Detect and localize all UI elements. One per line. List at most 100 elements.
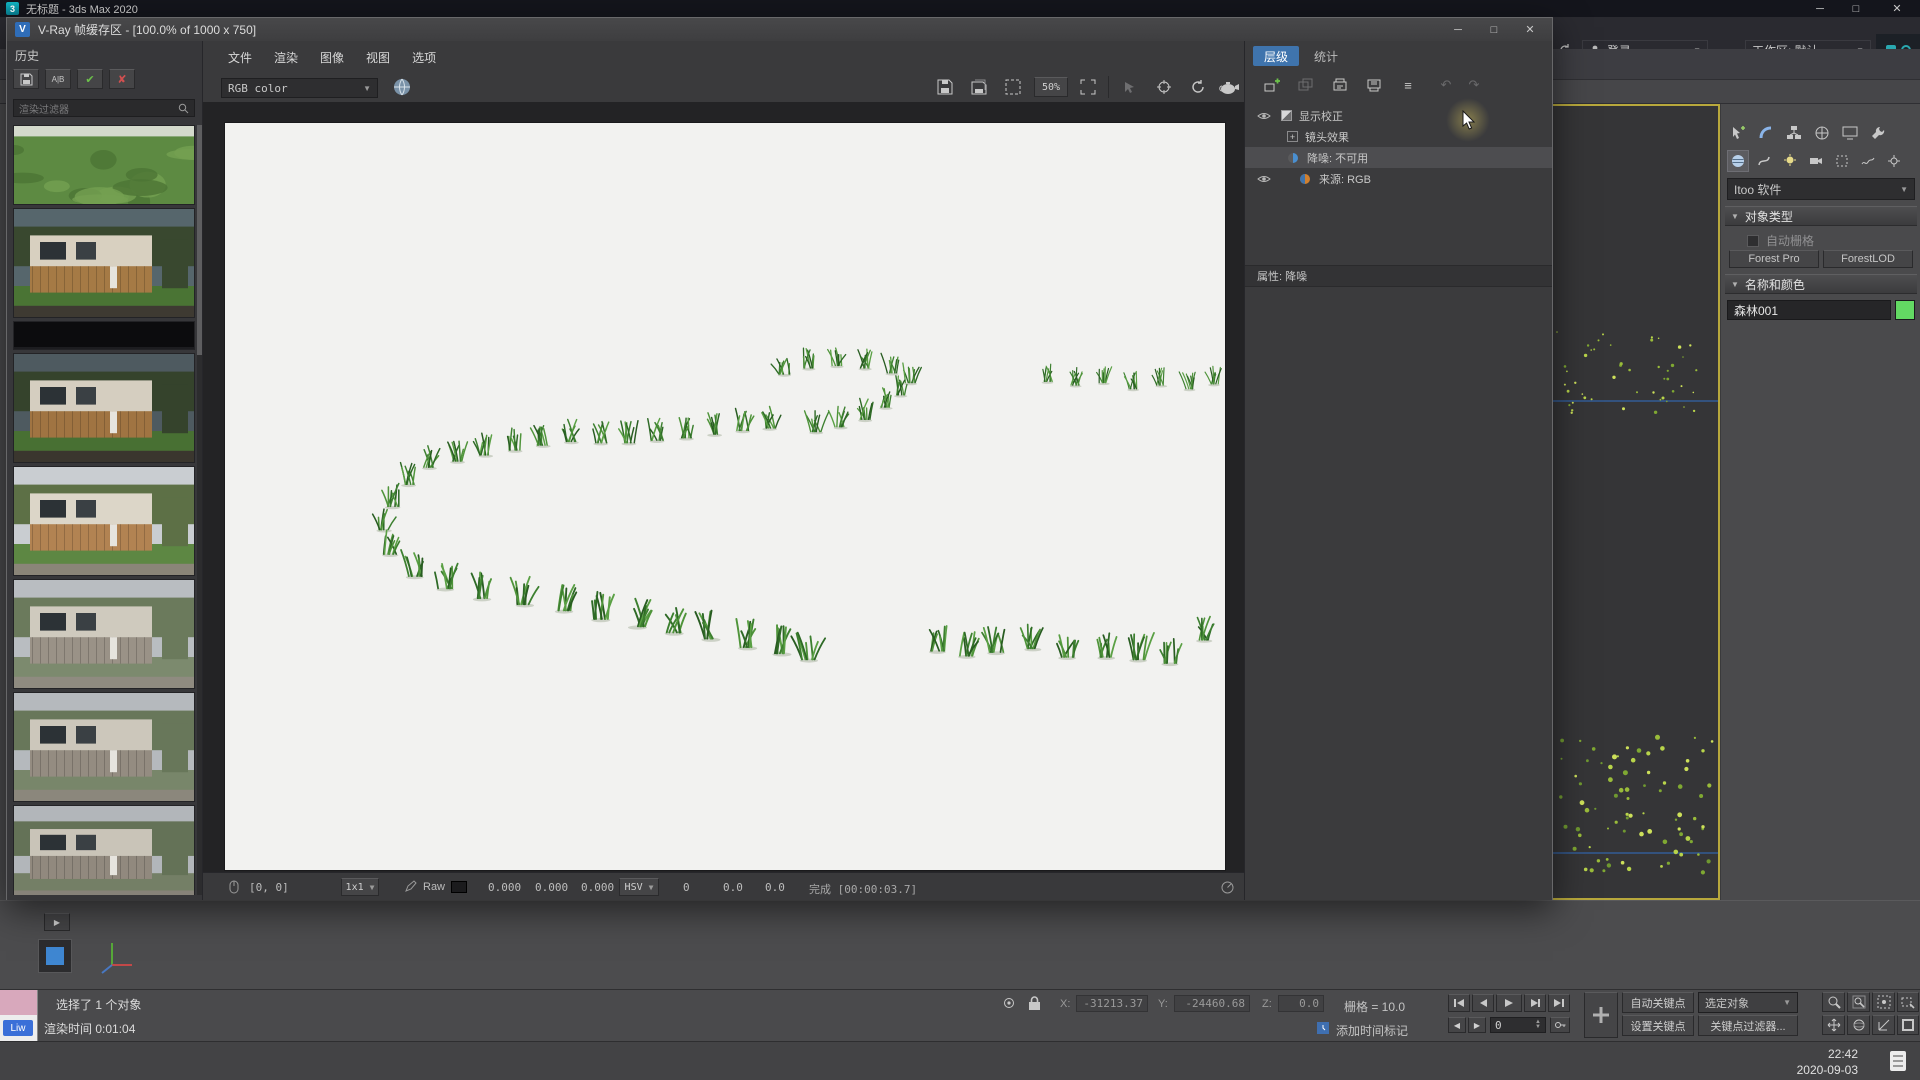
- layer-row-lens-effects[interactable]: + 镜头效果: [1245, 126, 1552, 147]
- resize-50-button[interactable]: 50%: [1034, 77, 1068, 97]
- history-thumbnail[interactable]: [13, 692, 195, 802]
- selection-filter-dropdown[interactable]: 选定对象 ▼: [1698, 992, 1798, 1013]
- history-remove-icon[interactable]: ✘: [109, 69, 135, 89]
- render-last-teapot-icon[interactable]: [1215, 76, 1243, 98]
- history-search-box[interactable]: 渲染过滤器: [13, 99, 195, 117]
- history-thumbnail[interactable]: [13, 579, 195, 689]
- y-coord-field[interactable]: -24460.68: [1174, 995, 1250, 1012]
- fov-icon[interactable]: [1872, 1015, 1895, 1035]
- eye-icon[interactable]: [1257, 174, 1271, 184]
- spinner-arrows-icon[interactable]: ▲▼: [1535, 1020, 1541, 1030]
- menu-file[interactable]: 文件: [217, 46, 263, 68]
- geometry-category-icon[interactable]: [1727, 150, 1749, 172]
- menu-view[interactable]: 视图: [355, 46, 401, 68]
- render-image[interactable]: [225, 123, 1225, 870]
- plugin-dropdown[interactable]: Itoo 软件 ▼: [1727, 178, 1915, 200]
- eye-icon[interactable]: [1257, 111, 1271, 121]
- load-preset-icon[interactable]: [1327, 75, 1353, 95]
- z-coord-field[interactable]: 0.0: [1278, 995, 1324, 1012]
- history-thumbnail[interactable]: [13, 353, 195, 463]
- pixel-ratio-dropdown[interactable]: 1x1▼: [341, 878, 379, 896]
- history-scrollbar[interactable]: [197, 125, 202, 895]
- redo-icon[interactable]: ↷: [1461, 75, 1487, 95]
- utilities-tab-icon[interactable]: [1867, 122, 1889, 144]
- cameras-category-icon[interactable]: [1805, 150, 1827, 172]
- key-next-icon[interactable]: ▶: [1468, 1017, 1486, 1033]
- forest-pro-button[interactable]: Forest Pro: [1729, 250, 1819, 268]
- zoom-icon[interactable]: [1822, 992, 1845, 1012]
- layer-row-source[interactable]: 来源: RGB: [1245, 168, 1552, 189]
- save-preset-icon[interactable]: [1361, 75, 1387, 95]
- rollout-object-type[interactable]: ▼ 对象类型: [1725, 206, 1917, 226]
- stats-gauge-icon[interactable]: [1219, 879, 1235, 895]
- save-image-icon[interactable]: [932, 76, 958, 98]
- viewport-layout-button[interactable]: [38, 939, 72, 973]
- save-all-channels-icon[interactable]: [966, 76, 992, 98]
- expander-plus-icon[interactable]: +: [1287, 131, 1298, 142]
- add-layer-icon[interactable]: [1259, 75, 1285, 95]
- display-correction-globe-icon[interactable]: [391, 76, 413, 98]
- orbit-icon[interactable]: [1847, 1015, 1870, 1035]
- maximize-viewport-icon[interactable]: [1897, 1015, 1919, 1035]
- undo-icon[interactable]: ↶: [1433, 75, 1459, 95]
- motion-tab-icon[interactable]: [1811, 122, 1833, 144]
- play-icon[interactable]: [1496, 994, 1522, 1012]
- key-prev-icon[interactable]: ◀: [1448, 1017, 1466, 1033]
- go-to-end-icon[interactable]: [1548, 994, 1570, 1012]
- object-name-field[interactable]: 森林001: [1727, 300, 1891, 320]
- rollout-name-color[interactable]: ▼ 名称和颜色: [1725, 274, 1917, 294]
- hsv-dropdown[interactable]: HSV▼: [619, 878, 659, 896]
- channel-dropdown[interactable]: RGB color ▼: [221, 78, 378, 98]
- maximize-icon[interactable]: □: [1476, 18, 1512, 41]
- systems-category-icon[interactable]: [1883, 150, 1905, 172]
- history-thumbnail[interactable]: [13, 466, 195, 576]
- next-frame-icon[interactable]: [1524, 994, 1546, 1012]
- layer-list-icon[interactable]: ≡: [1395, 75, 1421, 95]
- display-tab-icon[interactable]: [1839, 122, 1861, 144]
- pan-icon[interactable]: [1822, 1015, 1845, 1035]
- scrollbar-thumb[interactable]: [197, 125, 202, 355]
- listener-white-field[interactable]: Liw: [0, 1015, 38, 1042]
- spacewarps-category-icon[interactable]: [1857, 150, 1879, 172]
- history-compare-ab-icon[interactable]: A|B: [45, 69, 71, 89]
- set-keys-big-button[interactable]: [1584, 992, 1618, 1038]
- orbit-last-icon[interactable]: [1185, 76, 1211, 98]
- vfb-titlebar[interactable]: V V-Ray 帧缓存区 - [100.0% of 1000 x 750] ─ …: [7, 18, 1552, 41]
- menu-options[interactable]: 选项: [401, 46, 447, 68]
- pick-pixel-icon[interactable]: [1117, 76, 1143, 98]
- key-mode-toggle-icon[interactable]: [1550, 1017, 1570, 1033]
- mini-listener-open-icon[interactable]: ▶: [44, 913, 70, 931]
- zoom-all-icon[interactable]: [1847, 992, 1870, 1012]
- object-color-swatch[interactable]: [1895, 300, 1915, 320]
- key-filters-button[interactable]: 关键点过滤器...: [1698, 1015, 1798, 1036]
- previous-frame-icon[interactable]: [1472, 994, 1494, 1012]
- zoom-extents-icon[interactable]: [1872, 992, 1895, 1012]
- set-key-button[interactable]: 设置关键点: [1622, 1015, 1694, 1036]
- history-save-icon[interactable]: [13, 69, 39, 89]
- show-frame-icon[interactable]: [1075, 76, 1101, 98]
- active-viewport[interactable]: [1553, 104, 1720, 900]
- history-thumbnail[interactable]: [13, 208, 195, 318]
- track-mouse-icon[interactable]: [1151, 76, 1177, 98]
- history-thumbnail[interactable]: [13, 125, 195, 205]
- layer-row-display-correction[interactable]: 显示校正: [1245, 105, 1552, 126]
- forest-lod-button[interactable]: ForestLOD: [1823, 250, 1913, 268]
- tab-stats[interactable]: 统计: [1303, 46, 1349, 66]
- autogrid-checkbox[interactable]: [1747, 235, 1759, 247]
- zoom-region-icon[interactable]: [1897, 992, 1919, 1012]
- layer-row-denoiser[interactable]: 降噪: 不可用: [1245, 147, 1552, 168]
- menu-image[interactable]: 图像: [309, 46, 355, 68]
- selection-lock-icon[interactable]: [1026, 994, 1042, 1012]
- duplicate-layer-icon[interactable]: [1293, 75, 1319, 95]
- tab-layers[interactable]: 层级: [1253, 46, 1299, 66]
- history-thumbnail[interactable]: [13, 321, 195, 350]
- isolate-selection-icon[interactable]: [1000, 995, 1018, 1011]
- shapes-category-icon[interactable]: [1753, 150, 1775, 172]
- go-to-start-icon[interactable]: [1448, 994, 1470, 1012]
- minimize-icon[interactable]: ─: [1440, 18, 1476, 41]
- listener-pink-field[interactable]: [0, 990, 38, 1015]
- create-tab-icon[interactable]: [1727, 122, 1749, 144]
- helpers-category-icon[interactable]: [1831, 150, 1853, 172]
- region-render-icon[interactable]: [1000, 76, 1026, 98]
- close-icon[interactable]: ✕: [1512, 18, 1548, 41]
